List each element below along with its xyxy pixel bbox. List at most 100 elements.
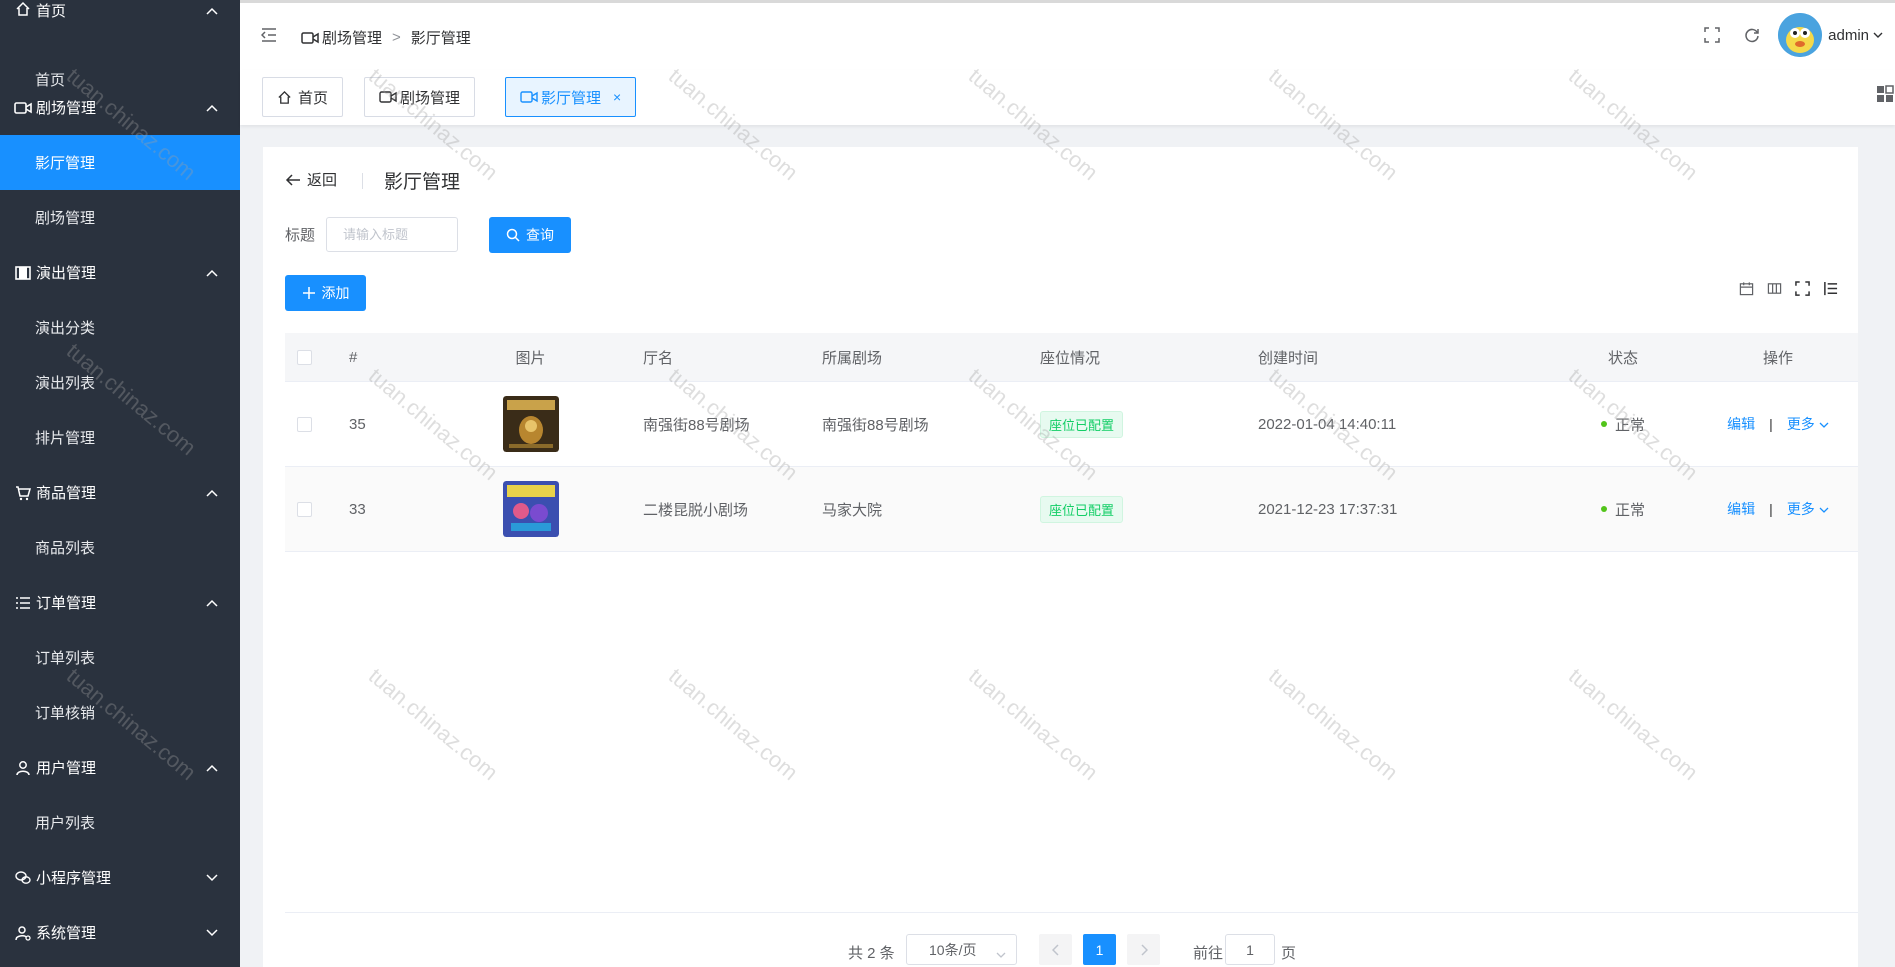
hall-thumbnail[interactable] xyxy=(502,396,559,452)
status-text: 正常 xyxy=(1614,501,1645,519)
select-all-cell xyxy=(285,349,335,365)
sidebar-item-order-list[interactable]: 订单列表 xyxy=(0,630,240,685)
goto-label: 前往 xyxy=(1193,945,1224,962)
edit-link[interactable]: 编辑 xyxy=(1727,499,1755,519)
sidebar-item-order-verify[interactable]: 订单核销 xyxy=(0,685,240,740)
page-number-current[interactable]: 1 xyxy=(1083,934,1116,965)
col-status: 状态 xyxy=(1607,349,1638,367)
breadcrumb-item-theater[interactable]: 剧场管理 xyxy=(322,27,382,48)
sidebar-group-order[interactable]: 订单管理 xyxy=(0,575,240,630)
sidebar-group-goods[interactable]: 商品管理 xyxy=(0,465,240,520)
row-select-cell xyxy=(285,416,335,432)
breadcrumb-separator: > xyxy=(392,29,401,46)
add-button[interactable]: 添加 xyxy=(285,275,366,311)
search-icon xyxy=(506,228,520,242)
select-all-checkbox[interactable] xyxy=(297,349,312,365)
sidebar-item-schedule[interactable]: 排片管理 xyxy=(0,410,240,465)
user-settings-icon xyxy=(14,924,32,942)
sidebar-group-system[interactable]: 系统管理 xyxy=(0,905,240,960)
tag-home[interactable]: 首页 xyxy=(262,77,344,117)
sidebar-group-home[interactable]: 首页 xyxy=(0,0,240,22)
calendar-icon[interactable] xyxy=(1738,280,1754,296)
goto-page-input[interactable] xyxy=(1225,934,1275,965)
fullscreen-icon[interactable] xyxy=(1703,26,1721,44)
seat-status-badge: 座位已配置 xyxy=(1040,410,1124,438)
row-hall-name: 南强街88号剧场 xyxy=(643,416,750,434)
hall-table: # 图片 厅名 所属剧场 座位情况 创建时间 状态 操作 35 南强街88号剧场… xyxy=(285,333,1858,552)
close-icon[interactable]: × xyxy=(613,89,621,105)
divider xyxy=(362,173,363,189)
col-seat: 座位情况 xyxy=(1040,349,1101,367)
col-theater: 所属剧场 xyxy=(822,349,883,367)
sidebar-item-goods-list[interactable]: 商品列表 xyxy=(0,520,240,575)
row-actions: 编辑 | 更多 xyxy=(1698,499,1858,519)
row-seat-cell: 座位已配置 xyxy=(1040,410,1258,438)
pagination-total: 共 2 条 xyxy=(848,945,895,962)
row-checkbox[interactable] xyxy=(297,416,312,432)
col-id: # xyxy=(349,348,358,366)
chevron-down-icon xyxy=(1819,506,1829,516)
user-icon xyxy=(14,759,32,777)
col-actions: 操作 xyxy=(1762,349,1793,367)
next-page-button[interactable] xyxy=(1127,934,1160,965)
page-title: 影厅管理 xyxy=(384,172,461,193)
status-dot xyxy=(1600,506,1607,512)
action-separator: | xyxy=(1769,416,1773,432)
row-created: 2022-01-04 14:40:11 xyxy=(1258,415,1397,433)
row-checkbox[interactable] xyxy=(297,501,312,517)
chevron-down-icon xyxy=(206,872,218,884)
sidebar-group-show[interactable]: 演出管理 xyxy=(0,245,240,300)
more-dropdown[interactable]: 更多 xyxy=(1787,499,1829,519)
search-button[interactable]: 查询 xyxy=(489,217,571,253)
sidebar-item-show-list[interactable]: 演出列表 xyxy=(0,355,240,410)
settings-list-icon[interactable] xyxy=(1822,280,1838,296)
row-seat-cell: 座位已配置 xyxy=(1040,495,1258,523)
plus-icon xyxy=(302,286,316,300)
row-id: 35 xyxy=(349,415,366,433)
edit-link[interactable]: 编辑 xyxy=(1727,414,1755,434)
video-camera-icon xyxy=(379,89,397,105)
tag-hall[interactable]: 影厅管理 × xyxy=(505,77,637,117)
action-separator: | xyxy=(1769,501,1773,517)
sidebar-item-show-category[interactable]: 演出分类 xyxy=(0,300,240,355)
col-created: 创建时间 xyxy=(1258,349,1319,367)
avatar[interactable] xyxy=(1778,13,1823,57)
row-select-cell xyxy=(285,501,335,517)
sidebar-item-theater[interactable]: 剧场管理 xyxy=(0,190,240,245)
page-size-select[interactable]: 10条/页 xyxy=(906,934,1017,965)
chevron-up-icon xyxy=(206,102,218,114)
sidebar-item-hall[interactable]: 影厅管理 xyxy=(0,135,240,190)
chevron-down-icon xyxy=(996,946,1006,958)
sidebar-item-user-list[interactable]: 用户列表 xyxy=(0,795,240,850)
list-icon xyxy=(14,594,32,612)
goto-unit: 页 xyxy=(1281,945,1297,962)
chevron-up-icon xyxy=(206,597,218,609)
cart-icon xyxy=(14,484,32,502)
hall-thumbnail[interactable] xyxy=(502,481,559,537)
row-status-cell: 正常 xyxy=(1548,414,1698,435)
grid-icon[interactable] xyxy=(1875,84,1895,104)
more-dropdown[interactable]: 更多 xyxy=(1787,414,1829,434)
column-icon[interactable] xyxy=(1766,280,1782,296)
sidebar-group-miniapp[interactable]: 小程序管理 xyxy=(0,850,240,905)
row-theater: 马家大院 xyxy=(822,501,883,519)
chevron-down-icon xyxy=(206,927,218,939)
back-button[interactable]: 返回 xyxy=(285,169,337,190)
tag-theater[interactable]: 剧场管理 xyxy=(364,77,476,117)
chevron-down-icon xyxy=(1873,32,1883,39)
row-image-cell xyxy=(458,396,603,452)
sidebar-group-user[interactable]: 用户管理 xyxy=(0,740,240,795)
row-theater: 南强街88号剧场 xyxy=(822,416,929,434)
chevron-right-icon xyxy=(1140,943,1148,956)
fullscreen-icon[interactable] xyxy=(1794,280,1810,296)
user-dropdown[interactable]: admin xyxy=(1828,27,1883,44)
row-created: 2021-12-23 17:37:31 xyxy=(1258,500,1398,518)
title-search-input[interactable] xyxy=(326,217,458,252)
breadcrumb: 剧场管理 > 影厅管理 xyxy=(301,27,471,48)
refresh-icon[interactable] xyxy=(1743,26,1761,44)
chevron-down-icon xyxy=(1819,421,1829,431)
sidebar-group-theater[interactable]: 剧场管理 xyxy=(0,80,240,135)
row-image-cell xyxy=(458,481,603,537)
menu-fold-icon[interactable] xyxy=(260,28,277,44)
prev-page-button[interactable] xyxy=(1039,934,1072,965)
